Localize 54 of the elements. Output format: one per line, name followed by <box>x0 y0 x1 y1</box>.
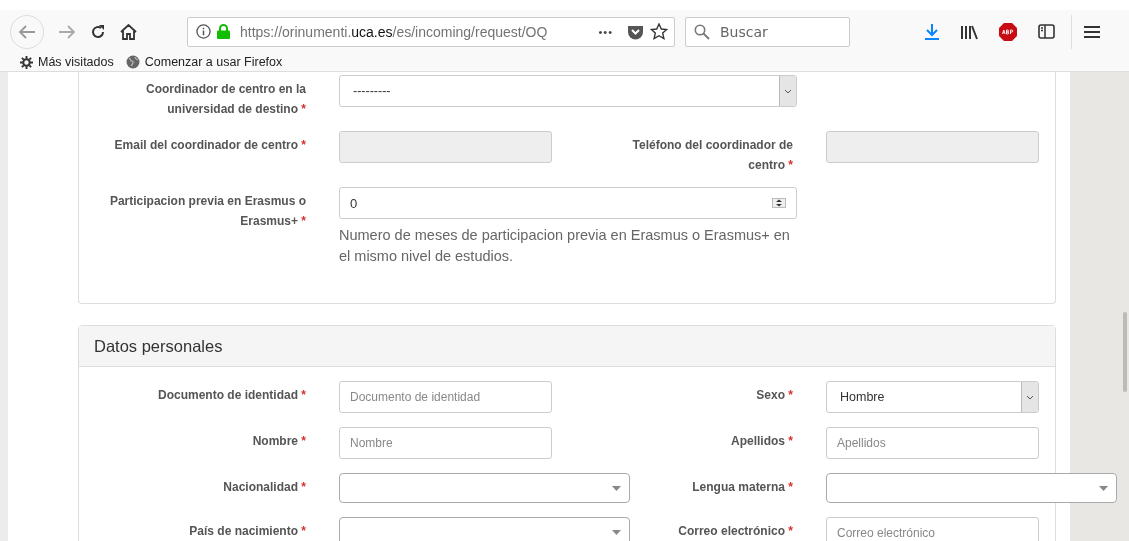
field-label: Correo electrónico * <box>678 523 793 540</box>
text-field[interactable]: Correo electrónico <box>826 517 1039 541</box>
bookmark-item[interactable]: Más visitados <box>20 55 114 69</box>
help-text: Numero de meses de participacion previa en Erasmus o Erasmus+ en el mismo nivel de estudios. <box>339 226 791 266</box>
padlock-icon <box>217 24 230 39</box>
text-field[interactable]: Apellidos <box>826 427 1039 459</box>
info-icon[interactable] <box>196 24 211 39</box>
select-field[interactable]: --------- <box>339 75 797 107</box>
home-icon[interactable] <box>120 23 137 40</box>
field-label: Coordinador de centro en la universidad de destino * <box>144 81 306 118</box>
menu-icon[interactable] <box>1084 24 1100 39</box>
page-actions-button[interactable]: ••• <box>598 25 613 38</box>
field-label: Teléfono del coordinador de centro * <box>631 137 793 174</box>
dropdown-field[interactable] <box>826 473 1117 503</box>
dropdown-arrow-icon <box>612 529 621 535</box>
scrollbar-thumb[interactable] <box>1123 312 1127 392</box>
globe-icon <box>125 55 140 69</box>
dropdown-arrow-icon <box>1099 485 1108 491</box>
field-label: Nacionalidad * <box>223 479 306 496</box>
field-label: Nombre * <box>252 433 306 450</box>
url-text: https://orinumenti.uca.es/es/incoming/request/OQ <box>240 23 549 40</box>
star-icon[interactable] <box>650 23 668 40</box>
chevron-icon <box>1026 394 1034 400</box>
field-label: Email del coordinador de centro * <box>114 137 306 154</box>
text-field[interactable]: Nombre <box>339 427 552 459</box>
select-field[interactable]: Hombre <box>826 381 1039 413</box>
adblock-icon[interactable] <box>998 21 1018 42</box>
chevron-icon <box>784 88 792 94</box>
search-bar[interactable]: Buscar <box>685 16 850 47</box>
back-button[interactable] <box>10 14 44 49</box>
gear-icon <box>20 55 33 69</box>
number-field[interactable]: 0 <box>339 187 797 219</box>
field-label: País de nacimiento * <box>189 523 306 540</box>
field-label: Apellidos * <box>730 433 793 450</box>
field-label: Lengua materna * <box>692 479 793 496</box>
back-arrow-icon <box>18 24 36 39</box>
dropdown-arrow-icon <box>612 485 621 491</box>
bookmark-item[interactable]: Comenzar a usar Firefox <box>125 55 283 69</box>
library-icon[interactable] <box>960 23 978 40</box>
reload-icon[interactable] <box>90 23 106 40</box>
field-label: Sexo * <box>756 387 793 404</box>
sidebar-icon[interactable] <box>1038 24 1055 39</box>
field-label: Documento de identidad * <box>157 387 306 404</box>
text-field[interactable]: Documento de identidad <box>339 381 552 413</box>
field-label: Participacion previa en Erasmus o Erasmus+ * <box>108 193 306 230</box>
download-icon[interactable] <box>924 23 940 40</box>
address-bar[interactable]: https://orinumenti.uca.es/es/incoming/request/OQ ••• <box>187 16 675 47</box>
dropdown-field[interactable] <box>339 517 630 541</box>
dropdown-field[interactable] <box>339 473 630 503</box>
pocket-icon[interactable] <box>627 23 644 40</box>
panel-title: Datos personales <box>79 326 1055 367</box>
search-icon <box>694 23 710 40</box>
search-field[interactable]: Buscar <box>718 22 832 41</box>
spinner-icon[interactable] <box>772 198 786 208</box>
